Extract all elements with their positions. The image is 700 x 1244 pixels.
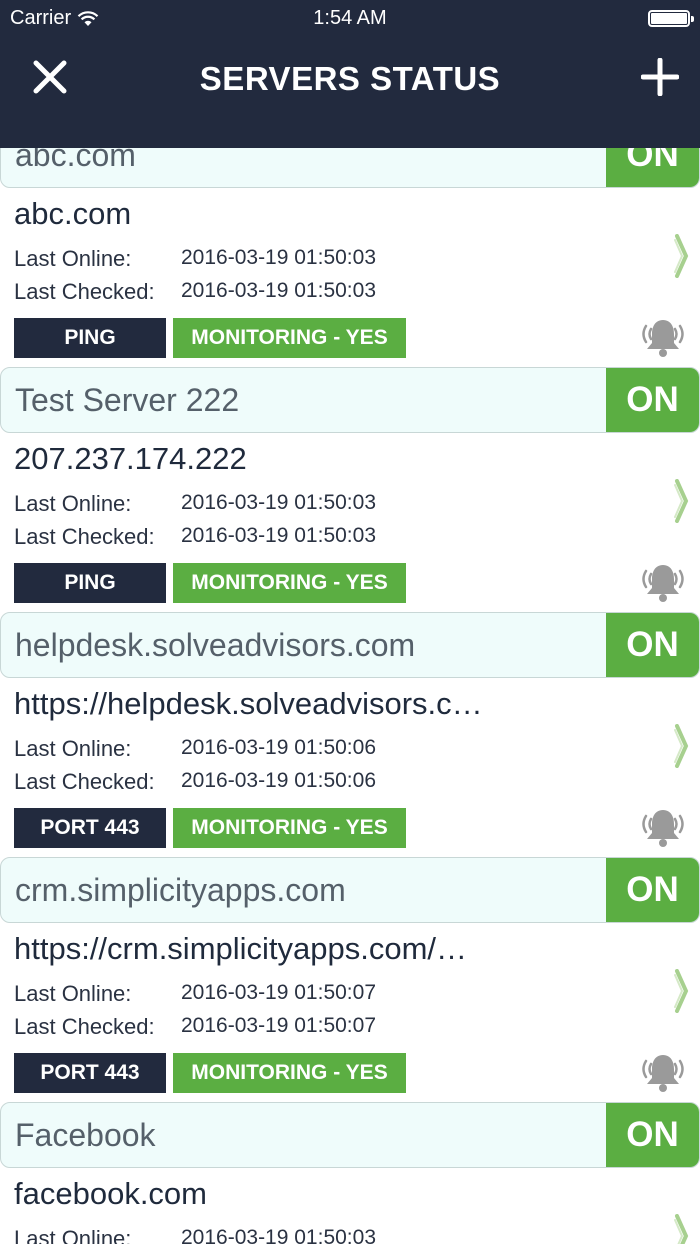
check-type-badge[interactable]: PORT 443 <box>14 1053 166 1093</box>
last-online-value: 2016-03-19 01:50:03 <box>181 246 376 269</box>
add-server-button[interactable] <box>630 52 690 102</box>
app-header: Carrier 1:54 AM SERVERS STATUS <box>0 0 700 148</box>
status-toggle[interactable]: ON <box>606 368 699 432</box>
group-header[interactable]: crm.simplicityapps.com ON <box>0 857 700 923</box>
monitoring-badge[interactable]: MONITORING - YES <box>173 808 406 848</box>
last-online-value: 2016-03-19 01:50:03 <box>181 491 376 514</box>
plus-icon[interactable] <box>641 58 679 96</box>
server-address: facebook.com <box>14 1176 207 1211</box>
last-online-label: Last Online: <box>14 1226 132 1244</box>
nav-bar: SERVERS STATUS <box>0 40 700 116</box>
last-checked-value: 2016-03-19 01:50:06 <box>181 769 376 792</box>
group-name: crm.simplicityapps.com <box>15 872 346 908</box>
group-header[interactable]: Test Server 222 ON <box>0 367 700 433</box>
last-checked-value: 2016-03-19 01:50:03 <box>181 524 376 547</box>
last-checked-label: Last Checked: <box>14 769 155 794</box>
status-toggle[interactable]: ON <box>606 613 699 677</box>
check-type-badge[interactable]: PORT 443 <box>14 808 166 848</box>
battery-icon <box>648 10 694 27</box>
status-toggle[interactable]: ON <box>606 858 699 922</box>
last-checked-label: Last Checked: <box>14 1014 155 1039</box>
status-toggle[interactable]: ON <box>606 1103 699 1167</box>
bell-icon[interactable] <box>638 804 688 850</box>
check-type-badge[interactable]: PING <box>14 563 166 603</box>
last-online-value: 2016-03-19 01:50:06 <box>181 736 376 759</box>
page-title: SERVERS STATUS <box>199 60 501 97</box>
server-address: abc.com <box>14 196 132 231</box>
last-online-value: 2016-03-19 01:50:03 <box>181 1226 376 1244</box>
bell-icon[interactable] <box>638 1049 688 1095</box>
monitoring-badge[interactable]: MONITORING - YES <box>173 563 406 603</box>
chevron-right-icon[interactable] <box>674 479 690 523</box>
monitoring-badge[interactable]: MONITORING - YES <box>173 1053 406 1093</box>
last-online-label: Last Online: <box>14 246 132 271</box>
bell-icon[interactable] <box>638 314 688 360</box>
last-checked-label: Last Checked: <box>14 279 155 304</box>
group-name: Test Server 222 <box>15 382 240 418</box>
server-list[interactable]: abc.com ON abc.com Last Online: 2016-03-… <box>0 0 700 1244</box>
bell-icon[interactable] <box>638 559 688 605</box>
last-online-label: Last Online: <box>14 981 132 1006</box>
group-header[interactable]: helpdesk.solveadvisors.com ON <box>0 612 700 678</box>
check-type-badge[interactable]: PING <box>14 318 166 358</box>
group-header[interactable]: Facebook ON <box>0 1102 700 1168</box>
chevron-right-icon[interactable] <box>674 234 690 278</box>
group-name: helpdesk.solveadvisors.com <box>15 627 416 663</box>
last-checked-value: 2016-03-19 01:50:03 <box>181 279 376 302</box>
chevron-right-icon[interactable] <box>674 724 690 768</box>
status-time: 1:54 AM <box>313 7 387 29</box>
last-checked-value: 2016-03-19 01:50:07 <box>181 1014 376 1037</box>
server-address: https://helpdesk.solveadvisors.c… <box>14 686 483 721</box>
monitoring-badge[interactable]: MONITORING - YES <box>173 318 406 358</box>
chevron-right-icon[interactable] <box>674 1214 690 1244</box>
last-online-value: 2016-03-19 01:50:07 <box>181 981 376 1004</box>
last-online-label: Last Online: <box>14 491 132 516</box>
group-name: Facebook <box>15 1117 156 1153</box>
server-address: https://crm.simplicityapps.com/… <box>14 931 468 966</box>
status-bar: Carrier 1:54 AM <box>0 0 700 36</box>
server-address: 207.237.174.222 <box>14 441 247 476</box>
last-checked-label: Last Checked: <box>14 524 155 549</box>
last-online-label: Last Online: <box>14 736 132 761</box>
chevron-right-icon[interactable] <box>674 969 690 1013</box>
